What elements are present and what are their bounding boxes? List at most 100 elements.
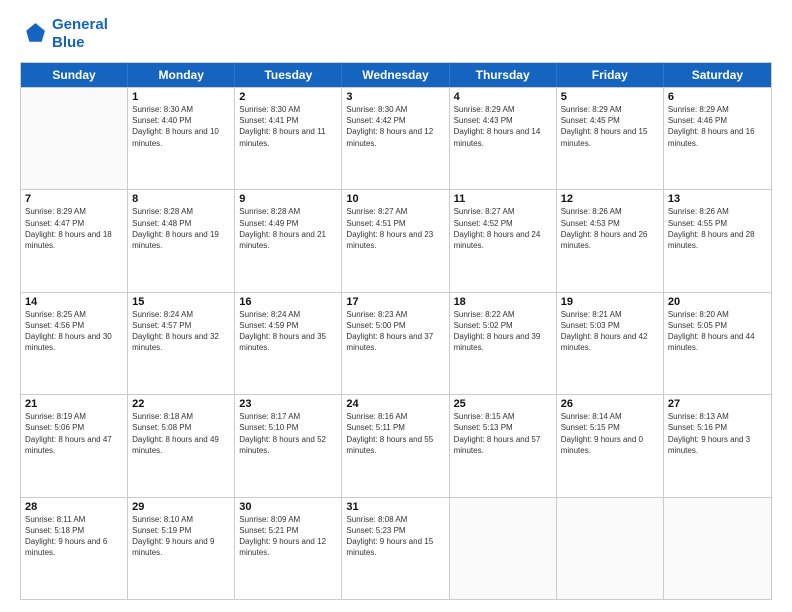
day-info: Sunrise: 8:14 AM Sunset: 5:15 PM Dayligh… <box>561 411 659 456</box>
header: General Blue <box>20 16 772 52</box>
day-info: Sunrise: 8:28 AM Sunset: 4:49 PM Dayligh… <box>239 206 337 251</box>
day-info: Sunrise: 8:22 AM Sunset: 5:02 PM Dayligh… <box>454 309 552 354</box>
calendar-day-14: 14Sunrise: 8:25 AM Sunset: 4:56 PM Dayli… <box>21 293 128 394</box>
day-info: Sunrise: 8:24 AM Sunset: 4:57 PM Dayligh… <box>132 309 230 354</box>
day-info: Sunrise: 8:30 AM Sunset: 4:42 PM Dayligh… <box>346 104 444 149</box>
calendar-day-16: 16Sunrise: 8:24 AM Sunset: 4:59 PM Dayli… <box>235 293 342 394</box>
day-header-monday: Monday <box>128 63 235 87</box>
day-header-friday: Friday <box>557 63 664 87</box>
calendar-day-11: 11Sunrise: 8:27 AM Sunset: 4:52 PM Dayli… <box>450 190 557 291</box>
calendar-day-13: 13Sunrise: 8:26 AM Sunset: 4:55 PM Dayli… <box>664 190 771 291</box>
calendar-day-6: 6Sunrise: 8:29 AM Sunset: 4:46 PM Daylig… <box>664 88 771 189</box>
logo-icon <box>20 20 48 48</box>
calendar-day-10: 10Sunrise: 8:27 AM Sunset: 4:51 PM Dayli… <box>342 190 449 291</box>
calendar-day-31: 31Sunrise: 8:08 AM Sunset: 5:23 PM Dayli… <box>342 498 449 599</box>
day-info: Sunrise: 8:30 AM Sunset: 4:41 PM Dayligh… <box>239 104 337 149</box>
calendar-day-28: 28Sunrise: 8:11 AM Sunset: 5:18 PM Dayli… <box>21 498 128 599</box>
calendar-day-26: 26Sunrise: 8:14 AM Sunset: 5:15 PM Dayli… <box>557 395 664 496</box>
calendar-day-25: 25Sunrise: 8:15 AM Sunset: 5:13 PM Dayli… <box>450 395 557 496</box>
calendar-day-12: 12Sunrise: 8:26 AM Sunset: 4:53 PM Dayli… <box>557 190 664 291</box>
day-number: 9 <box>239 193 337 205</box>
day-number: 7 <box>25 193 123 205</box>
calendar-day-8: 8Sunrise: 8:28 AM Sunset: 4:48 PM Daylig… <box>128 190 235 291</box>
day-info: Sunrise: 8:18 AM Sunset: 5:08 PM Dayligh… <box>132 411 230 456</box>
day-info: Sunrise: 8:10 AM Sunset: 5:19 PM Dayligh… <box>132 514 230 559</box>
page: General Blue SundayMondayTuesdayWednesda… <box>0 0 792 612</box>
calendar-day-21: 21Sunrise: 8:19 AM Sunset: 5:06 PM Dayli… <box>21 395 128 496</box>
day-number: 15 <box>132 296 230 308</box>
calendar-day-4: 4Sunrise: 8:29 AM Sunset: 4:43 PM Daylig… <box>450 88 557 189</box>
day-number: 4 <box>454 91 552 103</box>
day-number: 19 <box>561 296 659 308</box>
calendar-week-5: 28Sunrise: 8:11 AM Sunset: 5:18 PM Dayli… <box>21 497 771 599</box>
day-info: Sunrise: 8:29 AM Sunset: 4:47 PM Dayligh… <box>25 206 123 251</box>
calendar-week-1: 1Sunrise: 8:30 AM Sunset: 4:40 PM Daylig… <box>21 87 771 189</box>
day-number: 11 <box>454 193 552 205</box>
calendar-day-1: 1Sunrise: 8:30 AM Sunset: 4:40 PM Daylig… <box>128 88 235 189</box>
calendar-day-27: 27Sunrise: 8:13 AM Sunset: 5:16 PM Dayli… <box>664 395 771 496</box>
day-info: Sunrise: 8:29 AM Sunset: 4:46 PM Dayligh… <box>668 104 767 149</box>
calendar-week-2: 7Sunrise: 8:29 AM Sunset: 4:47 PM Daylig… <box>21 189 771 291</box>
day-info: Sunrise: 8:15 AM Sunset: 5:13 PM Dayligh… <box>454 411 552 456</box>
day-number: 2 <box>239 91 337 103</box>
calendar: SundayMondayTuesdayWednesdayThursdayFrid… <box>20 62 772 600</box>
day-number: 29 <box>132 501 230 513</box>
calendar-day-2: 2Sunrise: 8:30 AM Sunset: 4:41 PM Daylig… <box>235 88 342 189</box>
day-number: 17 <box>346 296 444 308</box>
day-info: Sunrise: 8:27 AM Sunset: 4:52 PM Dayligh… <box>454 206 552 251</box>
day-header-wednesday: Wednesday <box>342 63 449 87</box>
day-number: 14 <box>25 296 123 308</box>
day-info: Sunrise: 8:27 AM Sunset: 4:51 PM Dayligh… <box>346 206 444 251</box>
day-number: 6 <box>668 91 767 103</box>
calendar-day-23: 23Sunrise: 8:17 AM Sunset: 5:10 PM Dayli… <box>235 395 342 496</box>
day-number: 25 <box>454 398 552 410</box>
day-info: Sunrise: 8:09 AM Sunset: 5:21 PM Dayligh… <box>239 514 337 559</box>
calendar-week-3: 14Sunrise: 8:25 AM Sunset: 4:56 PM Dayli… <box>21 292 771 394</box>
calendar-week-4: 21Sunrise: 8:19 AM Sunset: 5:06 PM Dayli… <box>21 394 771 496</box>
day-number: 16 <box>239 296 337 308</box>
logo: General Blue <box>20 16 108 52</box>
day-info: Sunrise: 8:19 AM Sunset: 5:06 PM Dayligh… <box>25 411 123 456</box>
calendar-day-18: 18Sunrise: 8:22 AM Sunset: 5:02 PM Dayli… <box>450 293 557 394</box>
calendar-day-9: 9Sunrise: 8:28 AM Sunset: 4:49 PM Daylig… <box>235 190 342 291</box>
calendar-day-20: 20Sunrise: 8:20 AM Sunset: 5:05 PM Dayli… <box>664 293 771 394</box>
day-number: 1 <box>132 91 230 103</box>
logo-text: General Blue <box>52 16 108 52</box>
day-info: Sunrise: 8:24 AM Sunset: 4:59 PM Dayligh… <box>239 309 337 354</box>
day-header-tuesday: Tuesday <box>235 63 342 87</box>
day-number: 26 <box>561 398 659 410</box>
calendar-day-30: 30Sunrise: 8:09 AM Sunset: 5:21 PM Dayli… <box>235 498 342 599</box>
day-number: 13 <box>668 193 767 205</box>
day-header-thursday: Thursday <box>450 63 557 87</box>
day-number: 22 <box>132 398 230 410</box>
calendar-day-empty <box>21 88 128 189</box>
day-number: 10 <box>346 193 444 205</box>
calendar-day-15: 15Sunrise: 8:24 AM Sunset: 4:57 PM Dayli… <box>128 293 235 394</box>
calendar-day-empty <box>557 498 664 599</box>
day-number: 27 <box>668 398 767 410</box>
day-info: Sunrise: 8:29 AM Sunset: 4:45 PM Dayligh… <box>561 104 659 149</box>
day-info: Sunrise: 8:16 AM Sunset: 5:11 PM Dayligh… <box>346 411 444 456</box>
day-info: Sunrise: 8:29 AM Sunset: 4:43 PM Dayligh… <box>454 104 552 149</box>
day-number: 23 <box>239 398 337 410</box>
calendar-day-22: 22Sunrise: 8:18 AM Sunset: 5:08 PM Dayli… <box>128 395 235 496</box>
calendar-day-24: 24Sunrise: 8:16 AM Sunset: 5:11 PM Dayli… <box>342 395 449 496</box>
day-number: 8 <box>132 193 230 205</box>
day-info: Sunrise: 8:20 AM Sunset: 5:05 PM Dayligh… <box>668 309 767 354</box>
day-info: Sunrise: 8:13 AM Sunset: 5:16 PM Dayligh… <box>668 411 767 456</box>
calendar-day-empty <box>450 498 557 599</box>
day-info: Sunrise: 8:26 AM Sunset: 4:55 PM Dayligh… <box>668 206 767 251</box>
day-info: Sunrise: 8:25 AM Sunset: 4:56 PM Dayligh… <box>25 309 123 354</box>
calendar-day-19: 19Sunrise: 8:21 AM Sunset: 5:03 PM Dayli… <box>557 293 664 394</box>
day-number: 21 <box>25 398 123 410</box>
day-number: 30 <box>239 501 337 513</box>
day-info: Sunrise: 8:28 AM Sunset: 4:48 PM Dayligh… <box>132 206 230 251</box>
calendar-day-empty <box>664 498 771 599</box>
day-info: Sunrise: 8:23 AM Sunset: 5:00 PM Dayligh… <box>346 309 444 354</box>
calendar-header-row: SundayMondayTuesdayWednesdayThursdayFrid… <box>21 63 771 87</box>
day-header-saturday: Saturday <box>664 63 771 87</box>
day-info: Sunrise: 8:30 AM Sunset: 4:40 PM Dayligh… <box>132 104 230 149</box>
day-number: 24 <box>346 398 444 410</box>
day-number: 31 <box>346 501 444 513</box>
day-info: Sunrise: 8:21 AM Sunset: 5:03 PM Dayligh… <box>561 309 659 354</box>
